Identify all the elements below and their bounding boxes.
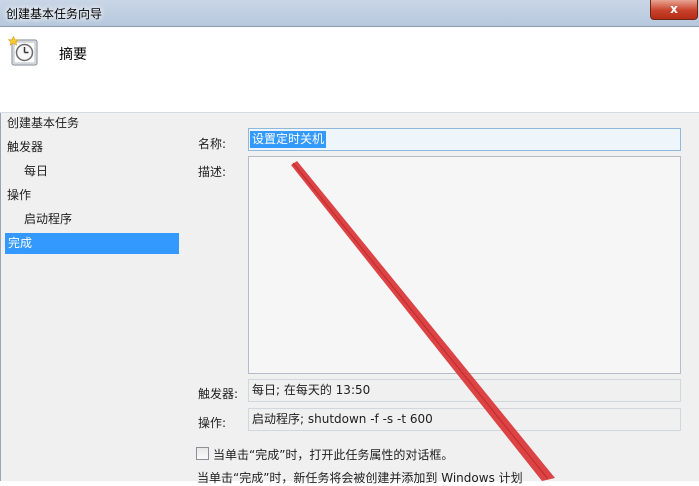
annotation-arrow [291, 161, 555, 481]
